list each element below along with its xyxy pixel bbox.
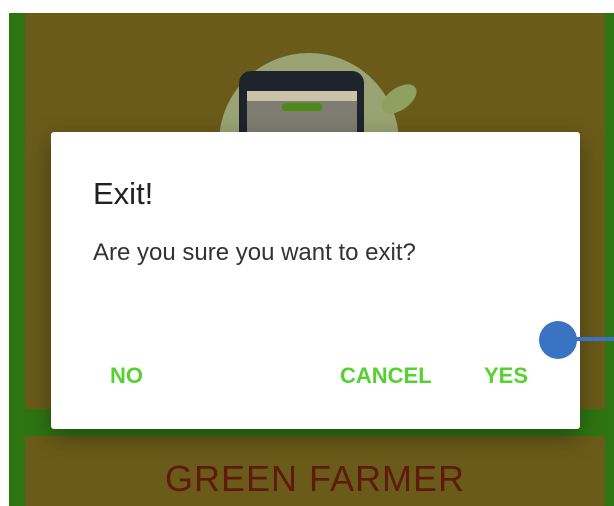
exit-dialog: Exit! Are you sure you want to exit? NO … xyxy=(51,132,580,429)
cancel-button[interactable]: CANCEL xyxy=(340,363,432,389)
phone-screen-bar xyxy=(247,91,357,101)
app-title: GREEN FARMER xyxy=(164,458,466,499)
app-title-card: GREEN FARMER xyxy=(25,436,605,506)
touch-indicator-icon xyxy=(539,321,577,359)
touch-indicator-trail xyxy=(575,337,614,341)
yes-button[interactable]: YES xyxy=(484,363,528,389)
phone-screen-button xyxy=(282,103,322,111)
no-button[interactable]: NO xyxy=(110,363,143,389)
dialog-message: Are you sure you want to exit? xyxy=(93,239,416,266)
dialog-title: Exit! xyxy=(93,176,154,211)
